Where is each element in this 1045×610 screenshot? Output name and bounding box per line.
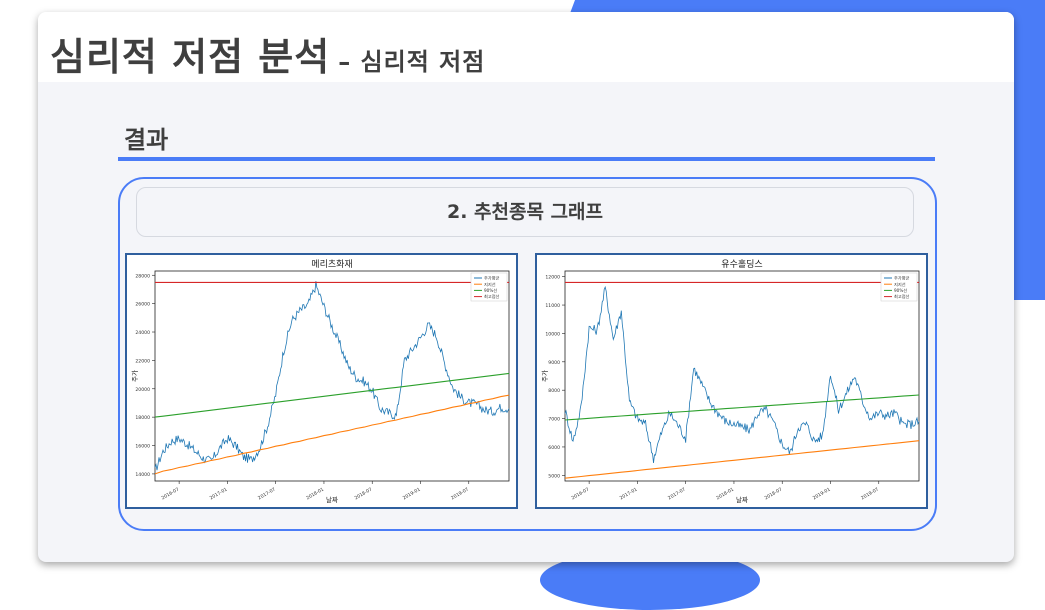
page-title: 심리적 저점 분석 – 심리적 저점 (50, 26, 485, 81)
y-tick-label: 5000 (548, 473, 560, 479)
x-tick-label: 2019-01 (402, 487, 422, 502)
y-tick-label: 18000 (135, 415, 150, 421)
x-tick-label: 2016-07 (571, 487, 591, 502)
chart-title: 메리츠화재 (311, 259, 352, 270)
x-tick-label: 2018-01 (305, 487, 325, 502)
y-tick-label: 8000 (548, 388, 560, 394)
y-tick-label: 6000 (548, 445, 560, 451)
y-axis-label: 주가 (130, 370, 139, 382)
legend-label: 주가평균 (484, 275, 500, 282)
x-tick-label: 2017-07 (667, 487, 687, 502)
x-tick-label: 2017-01 (209, 487, 229, 502)
y-tick-label: 24000 (135, 330, 150, 336)
x-tick-label: 2019-01 (812, 487, 832, 502)
y-tick-label: 20000 (135, 387, 150, 393)
y-axis-label: 주가 (540, 370, 549, 382)
slide: 심리적 저점 분석 – 심리적 저점 결과 2. 추천종목 그래프 메리츠화재 14… (38, 12, 1014, 562)
slide-header: 심리적 저점 분석 – 심리적 저점 (38, 12, 1014, 82)
plot-area (154, 270, 510, 482)
x-tick-label: 2019-07 (450, 487, 470, 502)
y-tick-label: 22000 (135, 358, 150, 364)
legend-label: 최고점선 (484, 293, 500, 300)
chart-title: 유수홀딩스 (721, 258, 762, 270)
y-tick-label: 11000 (545, 303, 560, 309)
y-tick-label: 28000 (135, 273, 150, 279)
y-tick-label: 14000 (135, 472, 150, 478)
plot-area (564, 270, 920, 482)
x-axis-label: 날짜 (326, 495, 338, 504)
legend-label: 주가평균 (894, 275, 910, 282)
page-title-text: 심리적 저점 분석 (50, 35, 331, 79)
y-tick-label: 12000 (545, 275, 560, 281)
chart-panel-meritz: 메리츠화재 14000 16000 18000 20000 22000 24000 26000… (125, 253, 518, 509)
x-axis-label: 날짜 (736, 495, 748, 504)
x-tick-label: 2016-07 (161, 487, 181, 502)
x-tick-label: 2018-01 (715, 487, 735, 502)
legend-label: 지지선 (484, 281, 496, 288)
chart-meritz: 메리츠화재 14000 16000 18000 20000 22000 24000 26000… (130, 259, 510, 504)
section-heading: 결과 (124, 126, 169, 154)
chart-yusu: 유수홀딩스 5000 6000 7000 8000 9000 10000 11000 12000… (540, 258, 920, 504)
x-tick-label: 2017-07 (257, 487, 277, 502)
x-tick-label: 2018-07 (764, 487, 784, 502)
y-tick-label: 10000 (545, 331, 560, 337)
chart-panel-yusu: 유수홀딩스 5000 6000 7000 8000 9000 10000 11000 12000… (535, 253, 928, 509)
y-tick-label: 7000 (548, 417, 560, 423)
caption-text: 2. 추천종목 그래프 (446, 201, 604, 223)
y-tick-label: 9000 (548, 360, 560, 366)
y-tick-label: 26000 (135, 302, 150, 308)
x-tick-label: 2017-01 (619, 487, 639, 502)
legend-label: 90%선 (894, 287, 907, 293)
section-underline (118, 157, 935, 161)
legend-label: 지지선 (894, 281, 906, 288)
x-tick-label: 2019-07 (860, 487, 880, 502)
page-subtitle: – 심리적 저점 (338, 48, 486, 76)
caption-box: 2. 추천종목 그래프 (136, 187, 914, 237)
legend-label: 최고점선 (894, 293, 910, 300)
x-tick-label: 2018-07 (354, 487, 374, 502)
legend-label: 90%선 (484, 287, 497, 293)
y-tick-label: 16000 (135, 444, 150, 450)
